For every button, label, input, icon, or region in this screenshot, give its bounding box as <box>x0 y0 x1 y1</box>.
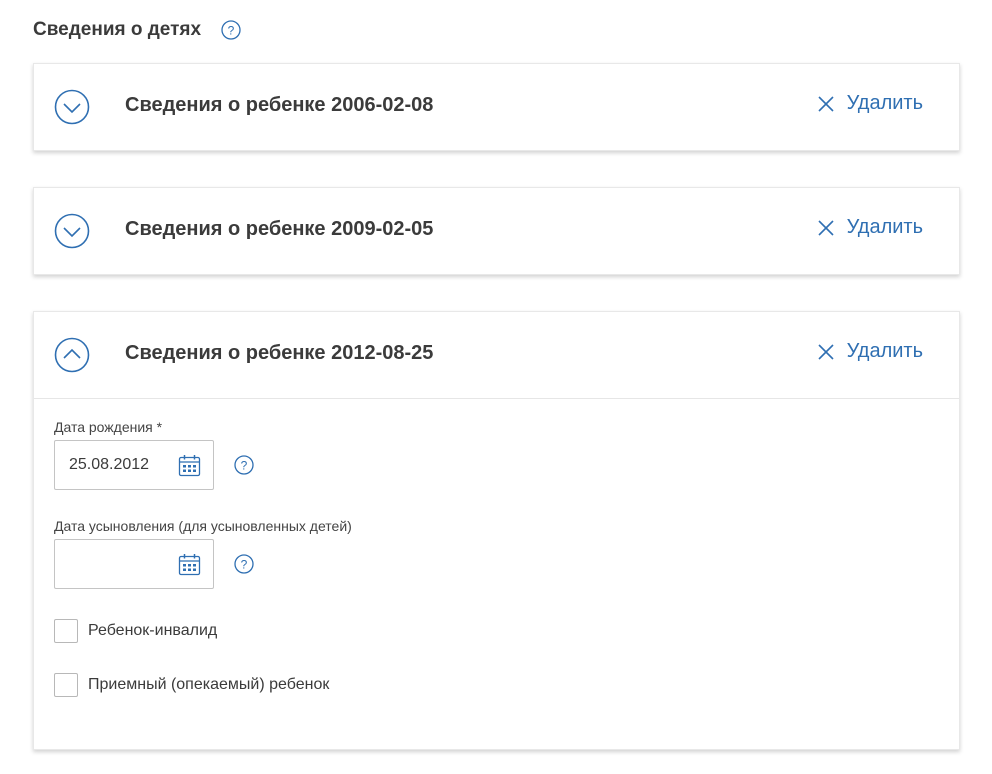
delete-button[interactable]: Удалить <box>817 92 923 115</box>
birth-date-label: Дата рождения * <box>54 419 163 435</box>
child-card-header[interactable]: Сведения о ребенке 2012-08-25 Удалить <box>34 312 959 398</box>
delete-button[interactable]: Удалить <box>817 216 923 239</box>
child-card-header[interactable]: Сведения о ребенке 2006-02-08 Удалить <box>34 64 959 150</box>
disabled-child-checkbox[interactable] <box>54 619 78 643</box>
help-icon[interactable]: ? <box>234 455 254 475</box>
birth-date-input[interactable]: 25.08.2012 <box>54 440 214 490</box>
expand-toggle-icon[interactable] <box>54 213 90 249</box>
close-icon <box>818 95 834 112</box>
delete-button[interactable]: Удалить <box>817 340 923 363</box>
child-card: Сведения о ребенке 2012-08-25 Удалить Да… <box>33 311 960 750</box>
help-icon[interactable]: ? <box>221 20 241 40</box>
birth-date-value: 25.08.2012 <box>69 456 150 473</box>
close-icon <box>818 219 834 236</box>
svg-text:?: ? <box>228 24 235 38</box>
svg-text:?: ? <box>241 459 248 473</box>
expand-toggle-icon[interactable] <box>54 89 90 125</box>
close-icon <box>818 343 834 360</box>
child-card: Сведения о ребенке 2009-02-05 Удалить <box>33 187 960 275</box>
disabled-child-row[interactable]: Ребенок-инвалид <box>54 619 939 643</box>
foster-child-row[interactable]: Приемный (опекаемый) ребенок <box>54 673 939 697</box>
child-card-header[interactable]: Сведения о ребенке 2009-02-05 Удалить <box>34 188 959 274</box>
calendar-icon[interactable] <box>178 454 201 477</box>
adoption-date-input[interactable] <box>54 539 214 589</box>
svg-text:?: ? <box>241 558 248 572</box>
foster-child-label[interactable]: Приемный (опекаемый) ребенок <box>88 676 329 694</box>
section-title: Сведения о детях <box>33 19 202 40</box>
adoption-date-label: Дата усыновления (для усыновленных детей… <box>54 518 352 534</box>
child-card-title: Сведения о ребенке 2012-08-25 <box>125 342 434 364</box>
help-icon[interactable]: ? <box>234 554 254 574</box>
collapse-toggle-icon[interactable] <box>54 337 90 373</box>
disabled-child-label[interactable]: Ребенок-инвалид <box>88 622 217 640</box>
foster-child-checkbox[interactable] <box>54 673 78 697</box>
delete-label: Удалить <box>846 340 923 362</box>
child-card-title: Сведения о ребенке 2006-02-08 <box>125 94 434 116</box>
child-card: Сведения о ребенке 2006-02-08 Удалить <box>33 63 960 151</box>
child-card-body: Дата рождения * 25.08.2012 ? Дата усынов… <box>34 398 959 697</box>
calendar-icon[interactable] <box>178 553 201 576</box>
child-card-title: Сведения о ребенке 2009-02-05 <box>125 218 434 240</box>
delete-label: Удалить <box>846 92 923 114</box>
section-header: Сведения о детях ? <box>33 18 241 42</box>
delete-label: Удалить <box>846 216 923 238</box>
